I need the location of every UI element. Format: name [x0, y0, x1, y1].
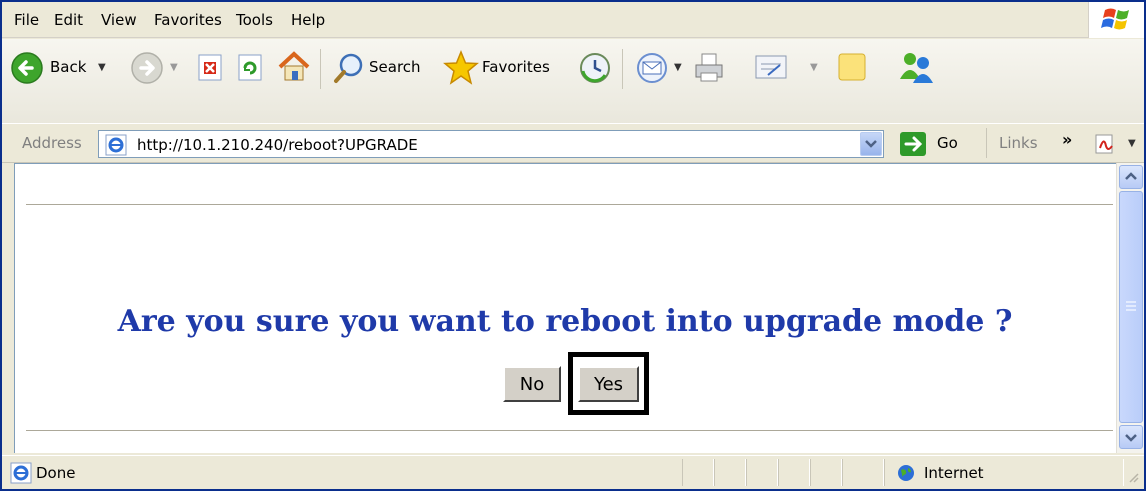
stop-icon[interactable]: [196, 53, 226, 83]
address-input[interactable]: http://10.1.210.240/reboot?UPGRADE: [98, 130, 884, 158]
scroll-down-icon[interactable]: [1119, 425, 1143, 449]
edit-dropdown-icon[interactable]: ▼: [810, 62, 818, 73]
mail-dropdown-icon[interactable]: ▼: [674, 62, 682, 73]
confirm-question: Are you sure you want to reboot into upg…: [117, 304, 1013, 339]
status-pane: [842, 459, 884, 486]
top-divider: [26, 204, 1113, 206]
yes-button[interactable]: Yes: [578, 366, 639, 402]
resize-grip-icon[interactable]: [1126, 470, 1140, 484]
ie-status-icon: [10, 462, 32, 484]
pdf-toolbar-icon[interactable]: [1092, 132, 1118, 156]
links-label[interactable]: Links: [999, 134, 1038, 152]
go-arrow-icon[interactable]: [900, 132, 926, 156]
back-arrow-icon[interactable]: [10, 51, 44, 85]
go-button-label[interactable]: Go: [937, 134, 958, 152]
status-pane: [746, 459, 778, 486]
menu-file[interactable]: File: [14, 11, 39, 29]
menu-favorites[interactable]: Favorites: [154, 11, 222, 29]
address-url-text: http://10.1.210.240/reboot?UPGRADE: [137, 136, 418, 154]
forward-dropdown-icon[interactable]: ▼: [170, 62, 178, 73]
messenger-icon[interactable]: [896, 49, 936, 87]
menu-help[interactable]: Help: [291, 11, 325, 29]
menu-edit[interactable]: Edit: [54, 11, 83, 29]
address-separator: [986, 128, 987, 158]
print-icon[interactable]: [692, 51, 728, 85]
security-zone-text: Internet: [924, 464, 984, 482]
scroll-thumb[interactable]: [1119, 191, 1143, 423]
back-dropdown-icon[interactable]: ▼: [98, 62, 106, 73]
vertical-scrollbar[interactable]: [1116, 163, 1144, 453]
discuss-note-icon[interactable]: [836, 51, 870, 85]
menu-tools[interactable]: Tools: [236, 11, 273, 29]
history-icon[interactable]: [578, 51, 612, 85]
scroll-up-icon[interactable]: [1119, 165, 1143, 189]
ie-page-icon: [105, 134, 127, 156]
menu-bar: File Edit View Favorites Tools Help: [2, 2, 1144, 38]
back-button-label[interactable]: Back: [50, 58, 86, 76]
home-icon[interactable]: [276, 49, 312, 85]
windows-logo-icon: [1088, 2, 1144, 38]
bottom-divider: [26, 430, 1113, 432]
favorites-star-icon[interactable]: [442, 49, 480, 87]
forward-arrow-icon[interactable]: [130, 51, 164, 85]
status-pane: [810, 459, 842, 486]
links-chevron-icon[interactable]: »: [1062, 130, 1072, 149]
browser-window: File Edit View Favorites Tools Help Back…: [0, 0, 1146, 491]
status-text: Done: [36, 464, 76, 482]
pdf-dropdown-icon[interactable]: ▼: [1128, 138, 1136, 149]
search-icon[interactable]: [332, 51, 366, 85]
address-dropdown-icon[interactable]: [860, 132, 882, 156]
status-pane: [682, 459, 714, 486]
internet-globe-icon: [896, 463, 916, 483]
toolbar-separator: [320, 49, 321, 89]
status-pane: [714, 459, 746, 486]
refresh-icon[interactable]: [236, 53, 266, 83]
edit-page-icon[interactable]: [754, 53, 790, 83]
no-button[interactable]: No: [503, 366, 561, 402]
search-button-label[interactable]: Search: [369, 58, 421, 76]
status-bar: Done Internet: [2, 455, 1144, 489]
status-pane: [778, 459, 810, 486]
page-content: Are you sure you want to reboot into upg…: [14, 163, 1116, 453]
mail-icon[interactable]: [634, 51, 670, 85]
favorites-button-label[interactable]: Favorites: [482, 58, 550, 76]
toolbar-separator: [622, 49, 623, 89]
zone-pane: [884, 459, 1124, 486]
menu-view[interactable]: View: [101, 11, 137, 29]
address-label: Address: [22, 134, 82, 152]
address-bar: Address http://10.1.210.240/reboot?UPGRA…: [2, 123, 1144, 163]
standard-toolbar: Back ▼ ▼ Search Favorites ▼ ▼: [2, 39, 1144, 125]
